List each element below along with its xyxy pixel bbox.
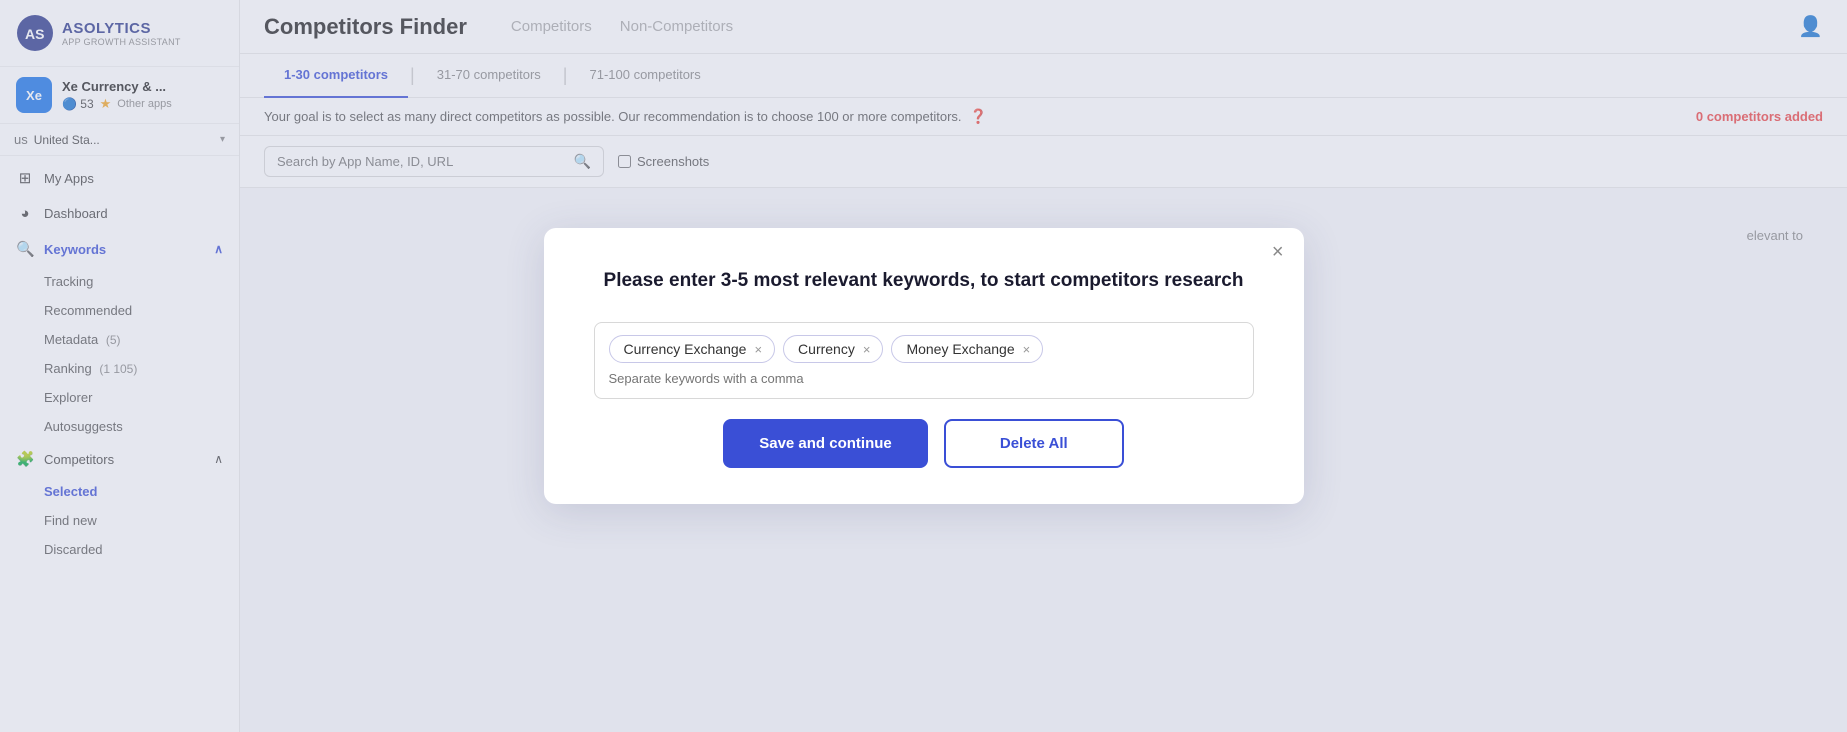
keyword-label: Currency Exchange <box>624 341 747 357</box>
keyword-remove-0[interactable]: × <box>754 343 762 356</box>
modal-title: Please enter 3-5 most relevant keywords,… <box>594 268 1254 295</box>
keyword-label: Money Exchange <box>906 341 1014 357</box>
save-and-continue-button[interactable]: Save and continue <box>723 419 928 468</box>
keyword-label: Currency <box>798 341 855 357</box>
keyword-tag: Currency Exchange × <box>609 335 776 363</box>
modal-overlay: × Please enter 3-5 most relevant keyword… <box>0 0 1847 732</box>
modal-actions: Save and continue Delete All <box>594 419 1254 468</box>
keyword-input[interactable] <box>609 371 809 386</box>
delete-all-button[interactable]: Delete All <box>944 419 1124 468</box>
keyword-tag: Currency × <box>783 335 883 363</box>
keyword-remove-2[interactable]: × <box>1023 343 1031 356</box>
keyword-remove-1[interactable]: × <box>863 343 871 356</box>
keywords-area[interactable]: Currency Exchange × Currency × Money Exc… <box>594 322 1254 399</box>
keyword-tag: Money Exchange × <box>891 335 1043 363</box>
keywords-modal: × Please enter 3-5 most relevant keyword… <box>544 228 1304 505</box>
modal-close-button[interactable]: × <box>1272 242 1284 262</box>
